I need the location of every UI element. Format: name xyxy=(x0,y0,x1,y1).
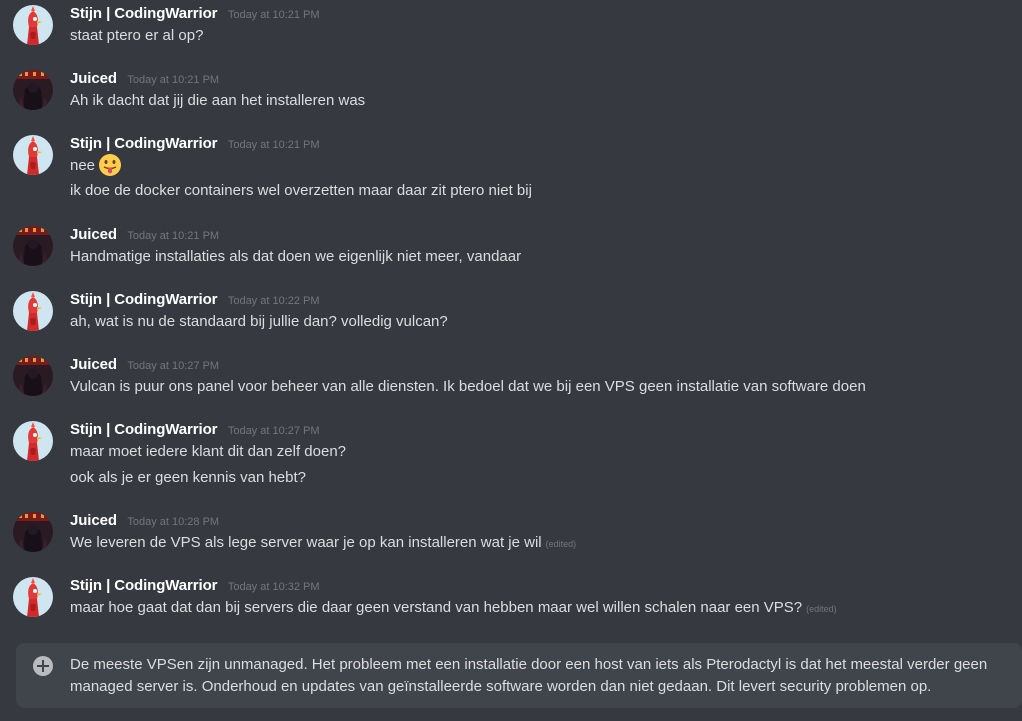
timestamp: Today at 10:21 PM xyxy=(127,230,220,242)
message-text: Vulcan is puur ons panel voor beheer van… xyxy=(70,378,866,395)
message-line: maar hoe gaat dat dan bij servers die da… xyxy=(70,598,837,619)
message-text: staat ptero er al op? xyxy=(70,27,204,44)
avatar-juiced[interactable] xyxy=(13,356,53,396)
avatar-stijn[interactable] xyxy=(13,135,53,175)
author-name[interactable]: Juiced xyxy=(70,356,117,373)
message-text: ah, wat is nu de standaard bij jullie da… xyxy=(70,313,448,330)
dark-figure-icon xyxy=(13,226,53,266)
author-name[interactable]: Juiced xyxy=(70,226,117,243)
message-text: maar hoe gaat dat dan bij servers die da… xyxy=(70,599,803,616)
avatar-juiced[interactable] xyxy=(13,226,53,266)
timestamp: Today at 10:21 PM xyxy=(127,74,220,86)
timestamp: Today at 10:27 PM xyxy=(227,425,320,437)
edited-tag: (edited) xyxy=(806,604,837,614)
message-text: nee xyxy=(70,156,96,174)
plus-circle-icon[interactable] xyxy=(33,656,53,676)
edited-tag: (edited) xyxy=(545,539,577,549)
dark-figure-icon xyxy=(13,512,53,552)
dark-figure-icon xyxy=(13,356,53,396)
avatar-stijn[interactable] xyxy=(13,577,53,617)
avatar-juiced[interactable] xyxy=(13,512,53,552)
avatar-stijn[interactable] xyxy=(13,291,53,331)
author-name[interactable]: Juiced xyxy=(70,512,117,529)
avatar-stijn[interactable] xyxy=(13,5,53,45)
author-name[interactable]: Stijn | CodingWarrior xyxy=(70,291,217,308)
author-name[interactable]: Stijn | CodingWarrior xyxy=(70,5,217,22)
avatar-stijn[interactable] xyxy=(13,421,53,461)
chat-messages: Stijn | CodingWarrior Today at 10:21 PM … xyxy=(0,0,1022,721)
avatar-juiced[interactable] xyxy=(13,70,53,110)
message-text: We leveren de VPS als lege server waar j… xyxy=(70,534,542,551)
rooster-icon xyxy=(13,291,53,331)
message-text: ik doe de docker containers wel overzett… xyxy=(70,182,532,199)
rooster-icon xyxy=(13,135,53,175)
author-name[interactable]: Stijn | CodingWarrior xyxy=(70,135,217,152)
timestamp: Today at 10:32 PM xyxy=(227,581,320,593)
stuck-out-tongue-emoji[interactable] xyxy=(98,153,122,177)
author-name[interactable]: Juiced xyxy=(70,70,117,87)
dark-figure-icon xyxy=(13,70,53,110)
timestamp: Today at 10:21 PM xyxy=(227,139,320,151)
timestamp: Today at 10:22 PM xyxy=(227,295,320,307)
rooster-icon xyxy=(13,577,53,617)
message-text: ook als je er geen kennis van hebt? xyxy=(70,469,306,486)
message-text: maar moet iedere klant dit dan zelf doen… xyxy=(70,443,346,460)
message-composer[interactable]: De meeste VPSen zijn unmanaged. Het prob… xyxy=(16,643,1022,708)
rooster-icon xyxy=(13,421,53,461)
author-name[interactable]: Stijn | CodingWarrior xyxy=(70,421,217,438)
timestamp: Today at 10:28 PM xyxy=(127,516,220,528)
author-name[interactable]: Stijn | CodingWarrior xyxy=(70,577,217,594)
timestamp: Today at 10:27 PM xyxy=(127,360,220,372)
message-text: Handmatige installaties als dat doen we … xyxy=(70,248,522,265)
message-line: We leveren de VPS als lege server waar j… xyxy=(70,533,576,554)
message-text: Ah ik dacht dat jij die aan het installe… xyxy=(70,92,366,109)
rooster-icon xyxy=(13,5,53,45)
message-input[interactable]: De meeste VPSen zijn unmanaged. Het prob… xyxy=(70,654,1010,698)
timestamp: Today at 10:21 PM xyxy=(227,9,320,21)
message-line: nee xyxy=(70,153,122,177)
